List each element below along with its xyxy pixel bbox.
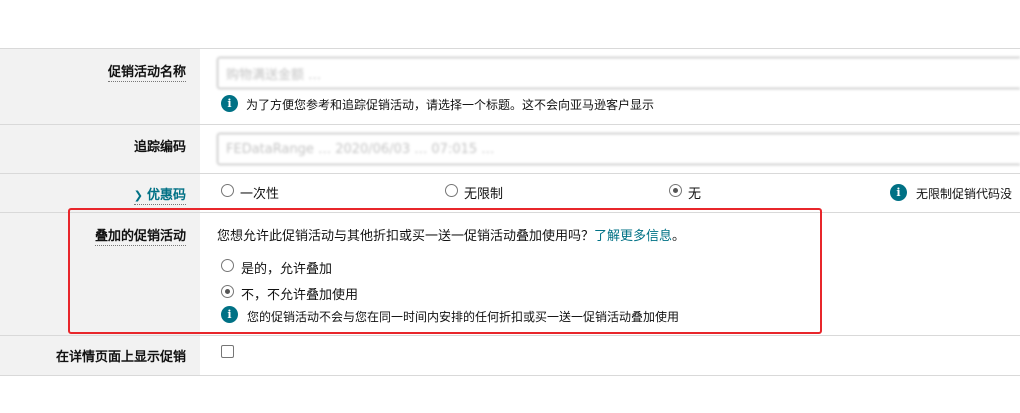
- divider: [0, 124, 1020, 125]
- coupon-code-toggle[interactable]: ❯ 优惠码: [133, 184, 186, 205]
- campaign-name-label: 促销活动名称: [107, 61, 186, 82]
- coupon-option-none-label: 无: [688, 187, 702, 202]
- divider: [0, 173, 1020, 174]
- coupon-option-unlimited-label: 无限制: [464, 187, 504, 202]
- divider: [0, 375, 1020, 376]
- coupon-option-unlimited-radio[interactable]: [445, 184, 458, 197]
- tracking-code-input[interactable]: [217, 133, 1020, 165]
- info-icon: i: [221, 95, 238, 112]
- coupon-option-once-radio[interactable]: [221, 184, 234, 197]
- display-on-detail-checkbox[interactable]: [221, 345, 234, 358]
- campaign-name-note: 为了方便您参考和追踪促销活动，请选择一个标题。这不会向亚马逊客户显示: [246, 98, 655, 112]
- info-icon: i: [890, 184, 907, 201]
- campaign-name-input[interactable]: [217, 57, 1020, 89]
- divider: [0, 48, 1020, 49]
- chevron-down-icon: ❯: [133, 189, 143, 202]
- coupon-option-none-radio[interactable]: [669, 184, 682, 197]
- tracking-code-label: 追踪编码: [133, 140, 186, 155]
- coupon-code-label: 优惠码: [146, 188, 186, 203]
- coupon-option-once-label: 一次性: [240, 187, 280, 202]
- stacking-highlight-box: [68, 208, 822, 334]
- display-on-detail-label: 在详情页面上显示促销: [55, 350, 186, 365]
- divider: [0, 335, 1020, 336]
- coupon-code-note: 无限制促销代码没: [916, 187, 1013, 201]
